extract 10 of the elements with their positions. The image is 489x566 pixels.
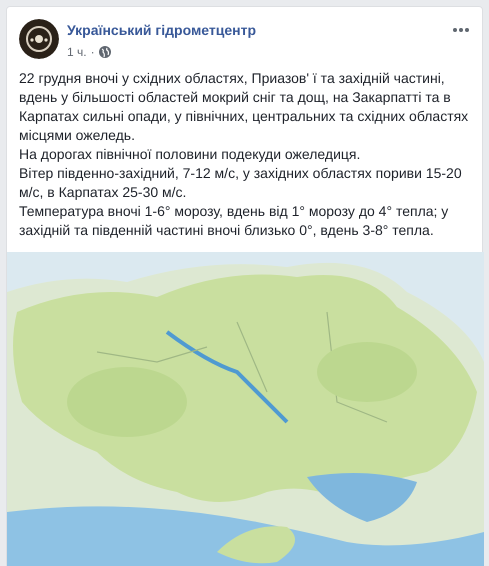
post-paragraph: Вітер південно-західний, 7-12 м/с, у західних областях пориви 15-20 м/с, в Карпатах 25-30 м/с. — [19, 164, 463, 202]
separator: · — [90, 44, 95, 61]
avatar-icon[interactable] — [19, 19, 59, 59]
post-time[interactable]: 1 ч. — [67, 43, 87, 61]
globe-icon — [98, 46, 111, 58]
post-paragraph: На дорогах північної половини подекуди ожеледиця. — [19, 145, 362, 164]
more-icon[interactable] — [452, 27, 470, 33]
post-paragraph: Температура вночі 1-6° морозу, вдень від 1° морозу до 4° тепла; у західній та південній частині вночі близько 0°, вдень 3-8° тепла. — [19, 202, 450, 240]
post-paragraph: 22 грудня вночі у східних областях, Приазов' ї та західній частині, вдень у більшості областей мокрий сніг та дощ, на Закарпатті та в Карпатах сильні опади, у північних, центральних та східних областях місцями ожеледь. — [19, 69, 470, 145]
author-name[interactable]: Український гідрометцентр — [67, 22, 256, 38]
